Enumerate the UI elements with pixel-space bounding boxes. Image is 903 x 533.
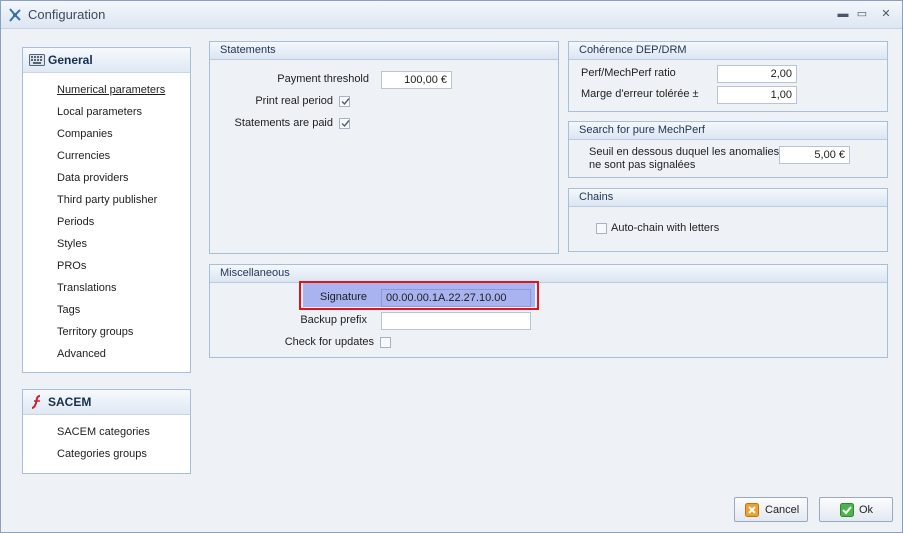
auto-chain-checkbox[interactable] (596, 223, 607, 234)
perf-mechperf-ratio-input[interactable] (717, 65, 797, 83)
print-real-period-checkbox[interactable] (339, 96, 350, 107)
nav-item-third-party-publisher[interactable]: Third party publisher (23, 189, 190, 211)
nav-item-categories-groups[interactable]: Categories groups (23, 443, 190, 465)
coherence-panel-title: Cohérence DEP/DRM (569, 42, 887, 60)
nav-group-general-header[interactable]: General (23, 48, 190, 73)
nav-item-territory-groups[interactable]: Territory groups (23, 321, 190, 343)
auto-chain-label: Auto-chain with letters (611, 222, 720, 234)
nav-item-numerical-parameters[interactable]: Numerical parameters (23, 79, 190, 101)
title-bar: Configuration ▬ ▭ ✕ (1, 1, 902, 29)
nav-group-sacem: SACEM SACEM categories Categories groups (22, 389, 191, 474)
cancel-button[interactable]: Cancel (734, 497, 808, 522)
anomaly-threshold-input[interactable] (779, 146, 850, 164)
checkmark-ok-icon (840, 503, 854, 517)
nav-item-styles[interactable]: Styles (23, 233, 190, 255)
ok-button[interactable]: Ok (819, 497, 893, 522)
check-updates-checkbox[interactable] (380, 337, 391, 348)
chains-panel: Chains (568, 188, 888, 252)
keyboard-icon (29, 54, 45, 66)
cancel-icon (745, 503, 759, 517)
nav-item-pros[interactable]: PROs (23, 255, 190, 277)
error-margin-label: Marge d'erreur tolérée ± (581, 88, 699, 100)
nav-item-periods[interactable]: Periods (23, 211, 190, 233)
nav-item-currencies[interactable]: Currencies (23, 145, 190, 167)
mechperf-panel-title: Search for pure MechPerf (569, 122, 887, 140)
close-button[interactable]: ✕ (877, 6, 895, 22)
error-margin-input[interactable] (717, 86, 797, 104)
configuration-window: Configuration ▬ ▭ ✕ General Numerical pa… (0, 0, 903, 533)
chains-panel-title: Chains (569, 189, 887, 207)
nav-general-list: Numerical parameters Local parameters Co… (23, 73, 190, 365)
nav-item-local-parameters[interactable]: Local parameters (23, 101, 190, 123)
nav-item-data-providers[interactable]: Data providers (23, 167, 190, 189)
statements-paid-label: Statements are paid (234, 117, 333, 129)
nav-group-general-title: General (48, 53, 93, 67)
check-updates-label: Check for updates (284, 336, 374, 348)
backup-prefix-label: Backup prefix (300, 314, 367, 326)
ok-button-label: Ok (859, 504, 874, 516)
backup-prefix-input[interactable] (381, 312, 531, 330)
nav-item-advanced[interactable]: Advanced (23, 343, 190, 365)
payment-threshold-label: Payment threshold (277, 73, 369, 85)
payment-threshold-input[interactable] (381, 71, 452, 89)
perf-mechperf-ratio-label: Perf/MechPerf ratio (581, 67, 676, 79)
statements-paid-checkbox[interactable] (339, 118, 350, 129)
nav-item-companies[interactable]: Companies (23, 123, 190, 145)
nav-item-sacem-categories[interactable]: SACEM categories (23, 421, 190, 443)
anomaly-threshold-label-line1: Seuil en dessous duquel les anomalies (589, 146, 780, 158)
minimize-button[interactable]: ▬ (834, 6, 852, 22)
nav-group-sacem-header[interactable]: SACEM (23, 390, 190, 415)
nav-item-tags[interactable]: Tags (23, 299, 190, 321)
window-content: General Numerical parameters Local param… (1, 29, 902, 532)
checkmark-icon (341, 98, 350, 106)
app-logo-icon (9, 8, 21, 22)
maximize-button[interactable]: ▭ (853, 6, 871, 22)
checkmark-icon (341, 120, 350, 128)
cancel-button-label: Cancel (765, 504, 800, 516)
annotation-highlight-box (299, 281, 539, 310)
statements-panel-title: Statements (210, 42, 558, 60)
nav-item-translations[interactable]: Translations (23, 277, 190, 299)
window-title: Configuration (28, 7, 106, 22)
nav-sacem-list: SACEM categories Categories groups (23, 415, 190, 465)
nav-group-general: General Numerical parameters Local param… (22, 47, 191, 373)
print-real-period-label: Print real period (255, 95, 333, 107)
sacem-logo-icon (31, 395, 41, 409)
anomaly-threshold-label-line2: ne sont pas signalées (589, 159, 696, 171)
nav-group-sacem-title: SACEM (48, 395, 92, 409)
